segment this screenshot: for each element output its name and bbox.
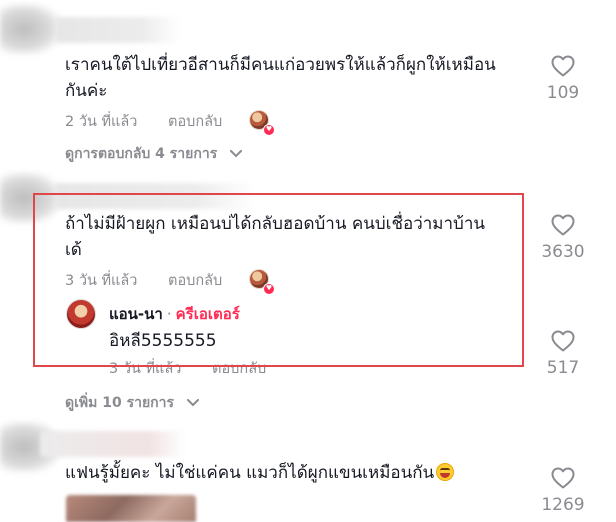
like-button[interactable]: 517: [533, 330, 593, 378]
creator-liked-badge: ♥: [249, 110, 275, 136]
like-count: 517: [546, 358, 580, 378]
blurred-avatar: [0, 4, 60, 54]
creator-liked-heart-icon: ♥: [263, 124, 275, 136]
highlight-box: [33, 193, 524, 367]
like-count: 1269: [541, 495, 585, 515]
comment-time: 2 วัน ที่แล้ว: [65, 114, 138, 130]
heart-outline-icon: [551, 55, 575, 77]
grinning-squinting-face-emoji: [436, 463, 455, 481]
comment-meta: 2 วัน ที่แล้ว ตอบกลับ: [65, 110, 222, 133]
heart-outline-icon: [551, 467, 575, 489]
comment-text: เราคนใต้ไปเที่ยวอีสานก็มีคนแก่อวยพรให้แล…: [65, 55, 496, 101]
blurred-username: [55, 17, 180, 43]
blurred-image-thumbnail[interactable]: [66, 495, 196, 522]
view-more-replies-button[interactable]: ดูเพิ่ม 10 รายการ: [65, 392, 199, 414]
comment-text: แฟนรู้มั้ยคะ ไม่ใช่แค่คน แมวก็ได้ผูกแขนเ…: [65, 460, 455, 486]
blurred-username: [40, 431, 185, 457]
reply-button[interactable]: ตอบกลับ: [168, 114, 222, 130]
view-replies-button[interactable]: ดูการตอบกลับ 4 รายการ: [65, 143, 243, 165]
like-count: 3630: [541, 242, 585, 262]
heart-outline-icon: [551, 330, 575, 352]
like-button[interactable]: 1269: [533, 467, 593, 515]
chevron-down-icon: [186, 399, 199, 407]
like-button[interactable]: 3630: [533, 214, 593, 262]
like-button[interactable]: 109: [533, 55, 593, 103]
like-count: 109: [546, 83, 580, 103]
chevron-down-icon: [230, 150, 243, 158]
heart-outline-icon: [551, 214, 575, 236]
